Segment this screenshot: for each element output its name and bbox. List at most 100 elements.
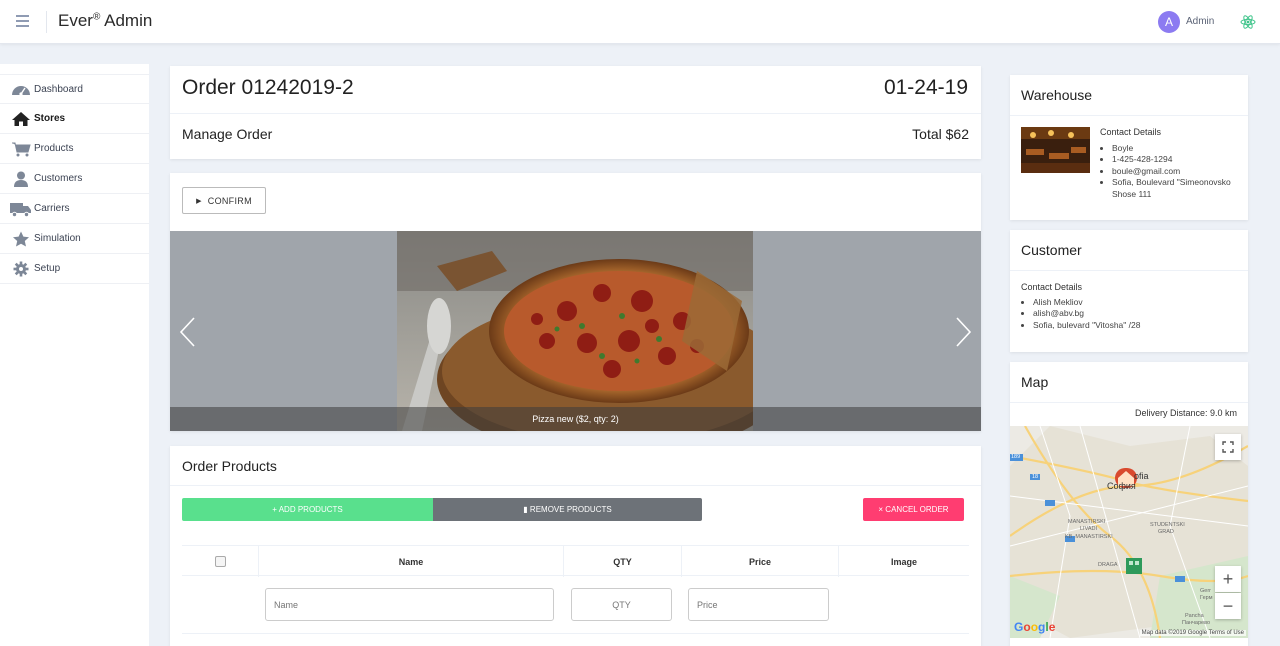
sidebar-item-label: Stores bbox=[34, 113, 66, 124]
list-item: Boyle bbox=[1112, 143, 1240, 154]
list-item: boule@gmail.com bbox=[1112, 166, 1240, 177]
divider bbox=[170, 113, 981, 114]
divider bbox=[1010, 270, 1248, 271]
map-credits[interactable]: Map data ©2019 Google Terms of Use bbox=[1139, 630, 1246, 636]
list-item: 1-425-428-1294 bbox=[1112, 154, 1240, 165]
map-label: Pancha bbox=[1185, 613, 1204, 619]
divider bbox=[1010, 402, 1248, 403]
select-all-column bbox=[182, 546, 258, 577]
order-title: Order 01242019-2 bbox=[182, 76, 354, 99]
map-label: KB. MANASTIRSKI bbox=[1065, 534, 1113, 540]
image-carousel[interactable]: Pizza new ($2, qty: 2) bbox=[170, 231, 981, 431]
sidebar-item-label: Customers bbox=[34, 173, 83, 184]
user-name[interactable]: Admin bbox=[1186, 16, 1214, 27]
sidebar-item-label: Setup bbox=[34, 263, 61, 274]
sidebar-item-carriers[interactable]: Carriers bbox=[0, 194, 149, 224]
map-label: DRAGA bbox=[1098, 562, 1118, 568]
column-header-name[interactable]: Name bbox=[258, 546, 563, 577]
map-label: 189 bbox=[1011, 454, 1021, 460]
cancel-order-button[interactable]: × CANCEL ORDER bbox=[863, 498, 964, 521]
sidebar-item-customers[interactable]: Customers bbox=[0, 164, 149, 194]
map-label: Герм bbox=[1200, 595, 1213, 601]
list-item: Sofia, Boulevard "Simeonovsko Shose 111 bbox=[1112, 177, 1240, 200]
sidebar-item-products[interactable]: Products bbox=[0, 134, 149, 164]
chevron-right-icon[interactable] bbox=[953, 315, 973, 349]
brand-title[interactable]: Ever® Admin bbox=[58, 11, 152, 31]
sidebar: Dashboard Stores Products Customers Carr… bbox=[0, 64, 149, 646]
plus-icon: + bbox=[1222, 568, 1234, 589]
product-carousel-card: ▶ CONFIRM Pizza new ($2, qty: 2) bbox=[170, 173, 981, 431]
home-icon bbox=[10, 110, 32, 128]
column-header-image[interactable]: Image bbox=[838, 546, 969, 577]
star-icon bbox=[10, 230, 32, 248]
customer-card: Customer Contact Details Alish Mekliov a… bbox=[1010, 230, 1248, 352]
sidebar-item-dashboard[interactable]: Dashboard bbox=[0, 74, 149, 104]
zoom-in-button[interactable]: + bbox=[1215, 566, 1241, 592]
google-logo[interactable]: Google bbox=[1014, 620, 1055, 634]
table-row bbox=[182, 633, 969, 646]
sidebar-item-label: Dashboard bbox=[34, 83, 83, 95]
list-item: alish@abv.bg bbox=[1033, 308, 1233, 319]
warehouse-card: Warehouse Contact Details Boyle 1-425-42… bbox=[1010, 75, 1248, 220]
products-table-header: Name QTY Price Image bbox=[182, 545, 969, 577]
warehouse-image bbox=[1021, 127, 1090, 173]
map-label: Gerr bbox=[1200, 588, 1211, 594]
order-products-title: Order Products bbox=[182, 458, 277, 474]
divider bbox=[170, 485, 981, 486]
order-date: 01-24-19 bbox=[883, 76, 968, 99]
select-all-checkbox[interactable] bbox=[214, 556, 226, 567]
play-icon: ▶ bbox=[196, 197, 202, 205]
name-filter-input[interactable] bbox=[265, 588, 554, 621]
map-label: LIVADI bbox=[1080, 526, 1098, 532]
sidebar-item-simulation[interactable]: Simulation bbox=[0, 224, 149, 254]
menu-toggle-icon[interactable] bbox=[16, 15, 29, 27]
map-label: GRAD bbox=[1158, 529, 1174, 535]
customer-details-list: Alish Mekliov alish@abv.bg Sofia, buleva… bbox=[1033, 297, 1233, 331]
price-filter-input[interactable] bbox=[688, 588, 829, 621]
carousel-caption: Pizza new ($2, qty: 2) bbox=[170, 407, 981, 431]
map-card: Map Delivery Distance: 9.0 km ofia София… bbox=[1010, 362, 1248, 646]
map-label: STUDENTSKI bbox=[1150, 522, 1185, 528]
customer-title: Customer bbox=[1021, 242, 1082, 258]
order-total: Total $62 bbox=[912, 126, 969, 142]
confirm-label: CONFIRM bbox=[207, 195, 252, 206]
fullscreen-button[interactable] bbox=[1215, 434, 1241, 460]
confirm-button[interactable]: ▶ CONFIRM bbox=[182, 187, 266, 214]
user-icon bbox=[10, 170, 32, 188]
gear-icon bbox=[10, 260, 32, 278]
divider bbox=[1010, 115, 1248, 116]
column-header-qty[interactable]: QTY bbox=[563, 546, 681, 577]
trash-icon: ▮ bbox=[523, 505, 528, 514]
column-header-price[interactable]: Price bbox=[681, 546, 838, 577]
order-header-card: Order 01242019-2 01-24-19 Manage Order T… bbox=[170, 66, 981, 159]
map-label: MANASTIRSKI bbox=[1068, 519, 1106, 525]
map-label: 18 bbox=[1032, 474, 1039, 480]
sidebar-item-stores[interactable]: Stores bbox=[0, 104, 149, 134]
zoom-out-button[interactable]: − bbox=[1215, 593, 1241, 619]
map-view[interactable]: ofia София MANASTIRSKI LIVADI KB. MANAST… bbox=[1010, 426, 1248, 638]
user-avatar[interactable]: A bbox=[1158, 11, 1180, 33]
map-label: София bbox=[1107, 481, 1136, 491]
sidebar-item-label: Simulation bbox=[34, 233, 81, 244]
delivery-distance: Delivery Distance: 9.0 km bbox=[1134, 408, 1237, 418]
pizza-image bbox=[397, 231, 753, 431]
map-tiles bbox=[1010, 426, 1248, 638]
remove-products-label: REMOVE PRODUCTS bbox=[529, 505, 612, 514]
sidebar-item-setup[interactable]: Setup bbox=[0, 254, 149, 284]
fullscreen-icon bbox=[1222, 441, 1234, 453]
sidebar-item-label: Carriers bbox=[34, 203, 70, 214]
order-products-card: Order Products + ADD PRODUCTS ▮ REMOVE P… bbox=[170, 446, 981, 646]
manage-order-label: Manage Order bbox=[182, 126, 273, 142]
list-item: Alish Mekliov bbox=[1033, 297, 1233, 308]
top-header: Ever® Admin A Admin bbox=[0, 0, 1280, 44]
list-item: Sofia, bulevard "Vitosha" /28 bbox=[1033, 320, 1233, 331]
truck-icon bbox=[10, 200, 32, 218]
cart-icon bbox=[10, 140, 32, 158]
qty-filter-input[interactable] bbox=[571, 588, 672, 621]
atom-icon[interactable] bbox=[1240, 14, 1256, 30]
add-products-button[interactable]: + ADD PRODUCTS bbox=[182, 498, 433, 521]
chevron-left-icon[interactable] bbox=[178, 315, 198, 349]
warehouse-details-list: Boyle 1-425-428-1294 boule@gmail.com Sof… bbox=[1112, 143, 1240, 200]
map-title: Map bbox=[1021, 374, 1049, 390]
remove-products-button[interactable]: ▮ REMOVE PRODUCTS bbox=[433, 498, 702, 521]
